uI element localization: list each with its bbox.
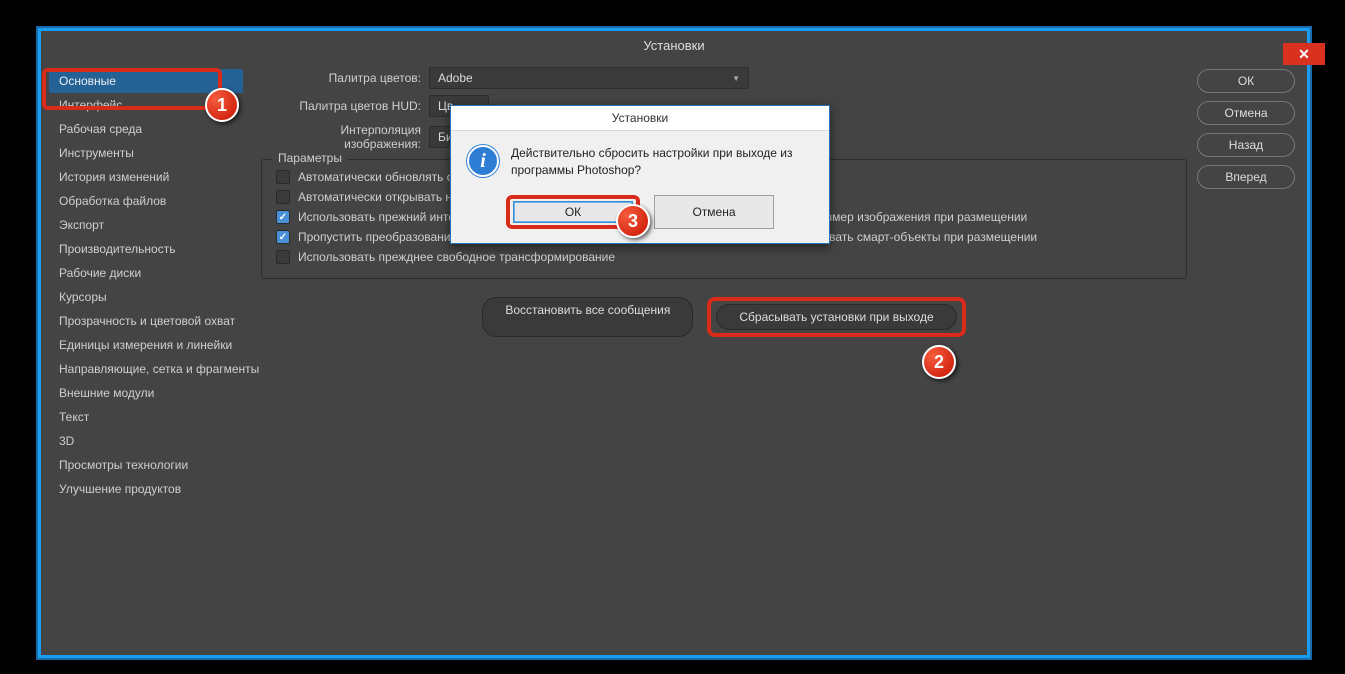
- sidebar-item-guides[interactable]: Направляющие, сетка и фрагменты: [49, 357, 243, 381]
- sidebar-item-history[interactable]: История изменений: [49, 165, 243, 189]
- dialog-cancel-button[interactable]: Отмена: [654, 195, 774, 229]
- annotation-highlight-2: Сбрасывать установки при выходе: [707, 297, 965, 337]
- checkbox-skip-transform[interactable]: ✓: [276, 230, 290, 244]
- sidebar-item-scratch[interactable]: Рабочие диски: [49, 261, 243, 285]
- annotation-badge-3: 3: [616, 204, 650, 238]
- ok-button[interactable]: ОК: [1197, 69, 1295, 93]
- check-label: Использовать прежднее свободное трансфор…: [298, 250, 615, 264]
- sidebar-item-cursors[interactable]: Курсоры: [49, 285, 243, 309]
- color-picker-select[interactable]: Adobe ▼: [429, 67, 749, 89]
- interp-label: Интерполяция изображения:: [261, 123, 429, 151]
- sidebar-item-performance[interactable]: Производительность: [49, 237, 243, 261]
- sidebar-item-units[interactable]: Единицы измерения и линейки: [49, 333, 243, 357]
- window-title: Установки: [643, 38, 704, 53]
- restore-messages-button[interactable]: Восстановить все сообщения: [482, 297, 693, 337]
- annotation-badge-1: 1: [205, 88, 239, 122]
- sidebar: Основные Интерфейс Рабочая среда Инструм…: [45, 65, 247, 655]
- chevron-down-icon: ▼: [732, 74, 740, 83]
- hud-picker-label: Палитра цветов HUD:: [261, 99, 429, 113]
- sidebar-item-tools[interactable]: Инструменты: [49, 141, 243, 165]
- dialog-buttons-panel: ОК Отмена Назад Вперед: [1197, 65, 1307, 655]
- checkbox-legacy-transform[interactable]: [276, 250, 290, 264]
- back-button[interactable]: Назад: [1197, 133, 1295, 157]
- sidebar-item-techpreview[interactable]: Просмотры технологии: [49, 453, 243, 477]
- sidebar-item-plugins[interactable]: Внешние модули: [49, 381, 243, 405]
- dialog-title: Установки: [451, 106, 829, 131]
- window-close-button[interactable]: ✕: [1283, 43, 1325, 65]
- sidebar-item-text[interactable]: Текст: [49, 405, 243, 429]
- options-legend: Параметры: [272, 151, 348, 165]
- checkbox-legacy-newdoc[interactable]: ✓: [276, 210, 290, 224]
- sidebar-item-export[interactable]: Экспорт: [49, 213, 243, 237]
- reset-on-exit-button[interactable]: Сбрасывать установки при выходе: [716, 304, 956, 330]
- checkbox-auto-update[interactable]: [276, 170, 290, 184]
- close-icon: ✕: [1298, 46, 1310, 63]
- color-picker-label: Палитра цветов:: [261, 71, 429, 85]
- check-label: Автоматически открывать нач: [298, 190, 465, 204]
- cancel-button[interactable]: Отмена: [1197, 101, 1295, 125]
- forward-button[interactable]: Вперед: [1197, 165, 1295, 189]
- info-icon: i: [467, 145, 499, 177]
- sidebar-item-product[interactable]: Улучшение продуктов: [49, 477, 243, 501]
- dialog-ok-button[interactable]: ОК: [513, 201, 633, 223]
- sidebar-item-workspace[interactable]: Рабочая среда: [49, 117, 243, 141]
- titlebar: Установки ✕: [41, 31, 1307, 59]
- dialog-text: Действительно сбросить настройки при вых…: [511, 145, 811, 179]
- checkbox-auto-open[interactable]: [276, 190, 290, 204]
- color-picker-value: Adobe: [438, 71, 473, 85]
- sidebar-item-3d[interactable]: 3D: [49, 429, 243, 453]
- annotation-badge-2: 2: [922, 345, 956, 379]
- check-label: Автоматически обновлять откр: [298, 170, 471, 184]
- sidebar-item-filehandling[interactable]: Обработка файлов: [49, 189, 243, 213]
- sidebar-item-transparency[interactable]: Прозрачность и цветовой охват: [49, 309, 243, 333]
